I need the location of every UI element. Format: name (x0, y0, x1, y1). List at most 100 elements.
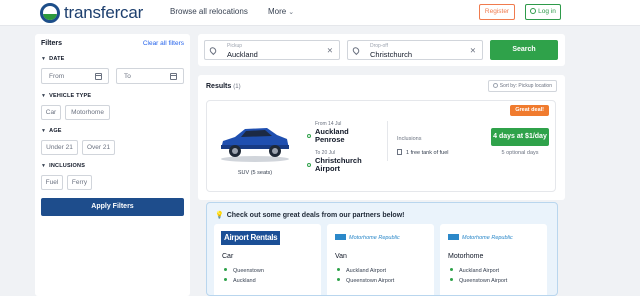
price-button[interactable]: 4 days at $1/day (491, 128, 549, 146)
from-place-line2: Penrose (315, 135, 345, 144)
optional-days: 5 optional days (501, 150, 539, 156)
calendar-icon (95, 73, 102, 80)
partner-location-text: Auckland Airport (459, 268, 500, 274)
dropoff-value: Christchurch (370, 50, 413, 59)
vehicle-caption: SUV (5 seats) (237, 170, 273, 176)
date-to-field[interactable]: To (116, 68, 184, 84)
sort-icon (492, 83, 498, 88)
partner-location-text: Auckland Airport (346, 268, 387, 274)
partner-location: Queenstown (224, 268, 264, 274)
location-dot-icon (337, 268, 340, 271)
flag-icon (335, 234, 346, 240)
inclusion-text: 1 free tank of fuel (406, 150, 449, 156)
filter-chip-fuel[interactable]: Fuel (41, 175, 63, 190)
pickup-label: Pickup (227, 43, 243, 49)
partner-deals-panel: 💡 Check out some great deals from our par… (206, 202, 558, 296)
partner-location: Auckland Airport (450, 268, 499, 274)
clear-pickup-icon[interactable]: ✕ (327, 46, 333, 55)
sort-dropdown[interactable]: Sort by: Pickup location (487, 80, 557, 92)
vehicle-type-section-toggle[interactable]: ▼ VEHICLE TYPE (41, 93, 91, 99)
calendar-icon (170, 73, 177, 80)
lightbulb-icon: 💡 (215, 212, 224, 219)
partner-location-text: Queenstown Airport (346, 278, 395, 284)
partner-location-text: Auckland (233, 278, 256, 284)
partner-location: Auckland Airport (337, 268, 386, 274)
nav-more-label: More (268, 7, 287, 16)
filter-chip-under-21[interactable]: Under 21 (41, 140, 78, 155)
partner-vehicle-type: Motorhome (448, 253, 484, 260)
date-from-placeholder: From (49, 73, 65, 80)
relocation-card[interactable]: SUV (5 seats) From 14 Jul Auckland Penro… (206, 100, 556, 192)
location-dot-icon (224, 268, 227, 271)
location-dot-icon (224, 278, 227, 281)
partner-location-text: Queenstown Airport (459, 278, 508, 284)
inclusions-section-toggle[interactable]: ▼ INCLUSIONS (41, 163, 85, 169)
logo-text: transfercar (64, 3, 144, 22)
filters-title: Filters (41, 40, 63, 47)
caret-down-icon: ▼ (41, 128, 47, 134)
top-navigation-bar: transfercar Browse all relocations More ⌄… (0, 0, 640, 26)
pickup-field[interactable]: Pickup Auckland ✕ (204, 40, 340, 60)
login-label: Log in (538, 8, 556, 15)
caret-down-icon: ▼ (41, 93, 47, 99)
results-title: Results (206, 83, 232, 90)
search-bar: Pickup Auckland ✕ Drop-off Christchurch … (198, 34, 565, 66)
login-button[interactable]: Log in (525, 4, 561, 20)
pickup-value: Auckland (227, 50, 258, 59)
filter-chip-ferry[interactable]: Ferry (67, 175, 92, 190)
results-count: (1) (233, 84, 241, 90)
age-section-title: AGE (49, 128, 62, 134)
apply-filters-button[interactable]: Apply Filters (41, 198, 184, 216)
results-panel: Results (1) Sort by: Pickup location SUV… (198, 75, 565, 200)
location-pin-icon (208, 45, 218, 56)
great-deal-badge: Great deal! (510, 105, 549, 116)
partner-location: Auckland (224, 278, 256, 284)
partner-card-motorhome[interactable]: Motorhome Republic Motorhome Auckland Ai… (440, 224, 547, 295)
date-section-toggle[interactable]: ▼ DATE (41, 56, 65, 62)
caret-down-icon: ▼ (41, 163, 47, 169)
partner-card-car[interactable]: Airport Rentals Car Queenstown Auckland (214, 224, 321, 295)
vehicle-type-section-title: VEHICLE TYPE (49, 93, 92, 99)
clear-dropoff-icon[interactable]: ✕ (470, 46, 476, 55)
location-pin-icon (351, 45, 361, 56)
logo-icon (40, 3, 60, 23)
chevron-down-icon: ⌄ (288, 9, 295, 16)
clear-all-filters-link[interactable]: Clear all filters (143, 40, 184, 47)
search-button[interactable]: Search (490, 40, 558, 60)
suv-car-image (221, 128, 289, 162)
location-dot-icon (450, 278, 453, 281)
partner-location: Queenstown Airport (450, 278, 507, 284)
nav-browse-all-relocations[interactable]: Browse all relocations (170, 7, 248, 16)
filters-panel: Filters Clear all filters ▼ DATE From To … (35, 34, 190, 296)
airport-rentals-logo: Airport Rentals (221, 231, 281, 245)
nav-more-menu[interactable]: More ⌄ (268, 7, 294, 16)
dropoff-dot-icon (307, 163, 311, 167)
date-from-field[interactable]: From (41, 68, 109, 84)
location-dot-icon (337, 278, 340, 281)
inclusion-item: 1 free tank of fuel (397, 149, 449, 156)
partner-card-van[interactable]: Motorhome Republic Van Auckland Airport … (327, 224, 434, 295)
dropoff-label: Drop-off (370, 43, 388, 49)
age-section-toggle[interactable]: ▼ AGE (41, 128, 62, 134)
partner-deals-heading: 💡 Check out some great deals from our par… (215, 211, 404, 219)
inclusions-section-title: INCLUSIONS (49, 163, 86, 169)
filter-chip-motorhome[interactable]: Motorhome (65, 105, 110, 120)
filter-chip-over-21[interactable]: Over 21 (82, 140, 115, 155)
partner-deals-title: Check out some great deals from our part… (226, 212, 405, 219)
filter-chip-car[interactable]: Car (41, 105, 61, 120)
partner-location: Queenstown Airport (337, 278, 394, 284)
motorhome-republic-logo: Motorhome Republic (448, 234, 513, 241)
partner-vehicle-type: Van (335, 253, 347, 260)
fuel-icon (397, 149, 402, 155)
caret-down-icon: ▼ (41, 56, 47, 62)
user-icon (530, 8, 537, 14)
location-dot-icon (450, 268, 453, 271)
motorhome-republic-logo-text: Motorhome Republic (349, 235, 400, 241)
register-button[interactable]: Register (479, 4, 515, 20)
partner-vehicle-type: Car (222, 253, 234, 260)
pickup-dot-icon (307, 134, 311, 138)
logo[interactable]: transfercar (40, 3, 143, 23)
sort-label: Sort by: Pickup location (499, 83, 552, 89)
dropoff-field[interactable]: Drop-off Christchurch ✕ (347, 40, 483, 60)
inclusions-heading: Inclusions (397, 136, 422, 142)
